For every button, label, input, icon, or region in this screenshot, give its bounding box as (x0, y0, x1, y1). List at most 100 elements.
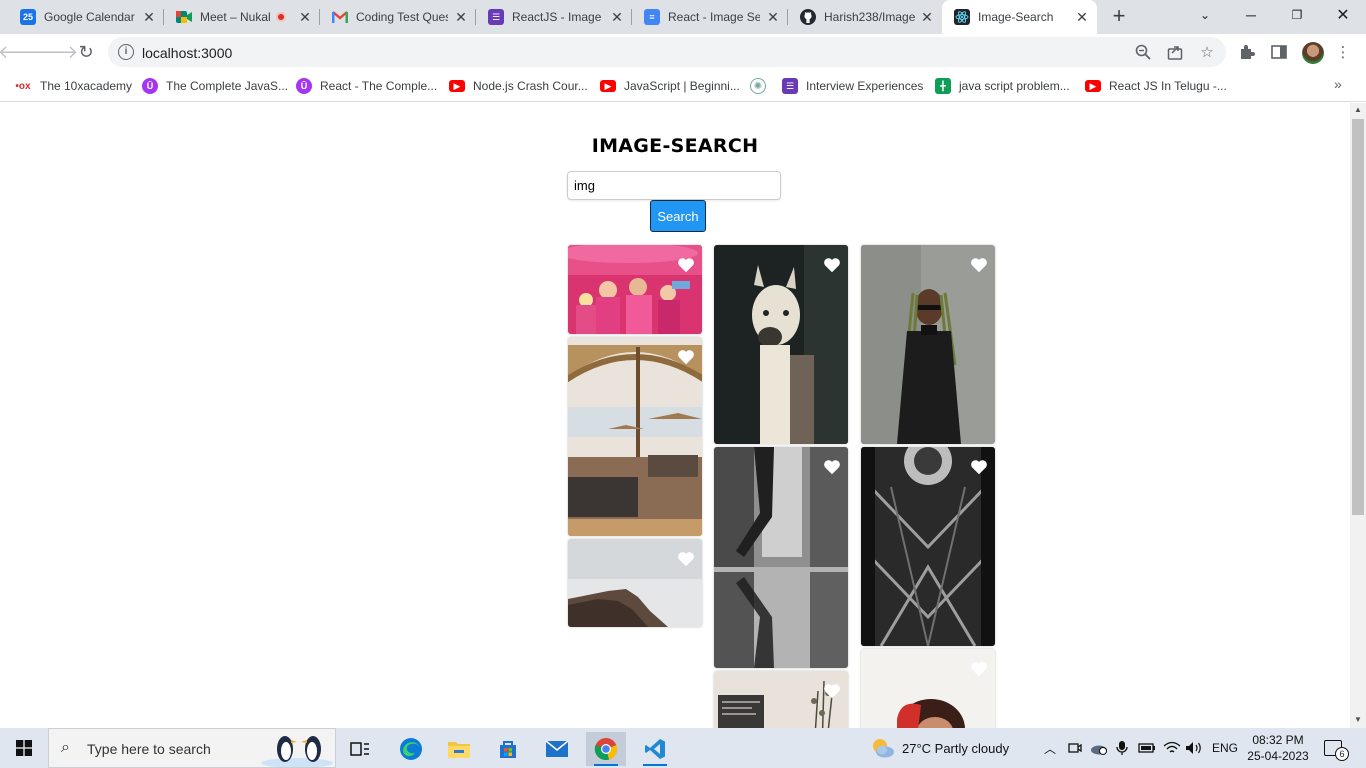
image-card-llama[interactable] (714, 245, 848, 444)
file-explorer-button[interactable] (439, 732, 479, 766)
bookmark-chatgpt[interactable]: ✺ (750, 76, 766, 96)
notification-center-icon[interactable]: 6 (1324, 740, 1349, 761)
image-card-beach-umbrellas[interactable] (568, 337, 702, 536)
tab-title: Google Calendar (44, 10, 135, 24)
windows-start-button[interactable] (0, 728, 48, 768)
heart-icon[interactable] (823, 683, 841, 699)
windows-logo-icon (16, 740, 32, 756)
volume-icon[interactable] (1185, 728, 1203, 768)
battery-icon[interactable] (1138, 728, 1156, 768)
menu-kebab-icon[interactable]: ⋮ (1334, 43, 1352, 61)
weather-widget[interactable]: 27°C Partly cloudy (870, 728, 1009, 768)
clock-time: 08:32 PM (1252, 733, 1304, 747)
bookmark-javascript-problems[interactable]: ╋ java script problem... (935, 76, 1070, 96)
tab-reactjs-forms[interactable]: ☰ ReactJS - Image S ✕ (476, 0, 632, 34)
open-app-indicator (643, 764, 667, 766)
show-hidden-icons-button[interactable]: ︿ (1044, 728, 1056, 768)
image-card-woman-braids[interactable] (861, 245, 995, 444)
bookmark-label: The Complete JavaS... (166, 79, 289, 93)
tab-google-calendar[interactable]: 25 Google Calendar ✕ (8, 0, 164, 34)
close-tab-icon[interactable]: ✕ (454, 10, 468, 24)
share-icon[interactable] (1166, 43, 1184, 61)
bookmark-react-complete[interactable]: Ū React - The Comple... (296, 76, 437, 96)
close-tab-icon[interactable]: ✕ (298, 10, 312, 24)
page-scrollbar[interactable]: ▲ ▼ (1350, 103, 1366, 728)
mail-app-button[interactable] (537, 732, 577, 766)
heart-icon[interactable] (970, 661, 988, 677)
search-icon: ⌕ (61, 739, 70, 756)
scroll-up-icon[interactable]: ▲ (1354, 105, 1362, 114)
bookmark-javascript-beginner[interactable]: ▶ JavaScript | Beginni... (600, 76, 740, 96)
image-card-portrait[interactable] (861, 649, 995, 728)
microphone-icon[interactable] (1116, 728, 1128, 768)
tab-google-meet[interactable]: Meet – Nukal ✕ (164, 0, 320, 34)
bookmark-nodejs-crash[interactable]: ▶ Node.js Crash Cour... (449, 76, 588, 96)
close-window-icon[interactable]: ✕ (1320, 0, 1366, 30)
scroll-down-icon[interactable]: ▼ (1354, 715, 1362, 724)
side-panel-icon[interactable] (1270, 43, 1288, 61)
site-info-icon[interactable]: i (118, 44, 134, 60)
address-bar[interactable]: i localhost:3000 ☆ (108, 37, 1226, 67)
image-card-street-reflection[interactable] (714, 447, 848, 668)
gmail-icon (332, 9, 348, 25)
taskbar-search-box[interactable]: ⌕ Type here to search (48, 728, 336, 768)
zoom-icon[interactable] (1134, 43, 1152, 61)
10x-icon: •ox (15, 80, 31, 92)
reload-button[interactable]: ↻ (74, 40, 98, 64)
bookmark-interview-experiences[interactable]: ☰ Interview Experiences (782, 76, 923, 96)
heart-icon[interactable] (677, 551, 695, 567)
tab-github[interactable]: Harish238/Image ✕ (788, 0, 942, 34)
bookmark-label: java script problem... (959, 79, 1070, 93)
heart-icon[interactable] (970, 459, 988, 475)
extensions-icon[interactable] (1238, 43, 1256, 61)
bookmarks-overflow-icon[interactable]: » (1334, 76, 1342, 92)
edge-app-button[interactable] (391, 732, 431, 766)
tab-gmail[interactable]: Coding Test Ques ✕ (320, 0, 476, 34)
close-tab-icon[interactable]: ✕ (142, 10, 156, 24)
heart-icon[interactable] (823, 257, 841, 273)
vscode-icon (645, 739, 665, 759)
mail-icon (545, 740, 569, 757)
close-tab-icon[interactable]: ✕ (1075, 10, 1089, 24)
chrome-app-button[interactable] (586, 732, 626, 766)
image-card-pink-boat[interactable] (568, 245, 702, 334)
heart-icon[interactable] (677, 349, 695, 365)
forward-button[interactable]: 🡒 (30, 40, 78, 64)
task-view-button[interactable] (340, 732, 380, 766)
close-tab-icon[interactable]: ✕ (920, 10, 934, 24)
image-card-laptop-plant[interactable] (714, 671, 848, 728)
heart-icon[interactable] (970, 257, 988, 273)
new-tab-button[interactable]: + (1108, 5, 1130, 28)
heart-icon[interactable] (677, 257, 695, 273)
bookmark-10xacademy[interactable]: •ox The 10xacademy (14, 76, 132, 96)
bookmark-complete-javascript[interactable]: Ū The Complete JavaS... (142, 76, 288, 96)
heart-icon[interactable] (823, 459, 841, 475)
image-card-cathedral[interactable] (861, 447, 995, 646)
tab-react-docs[interactable]: ≡ React - Image Se ✕ (632, 0, 788, 34)
tab-image-search[interactable]: Image-Search ✕ (942, 0, 1097, 34)
search-input[interactable] (567, 171, 781, 200)
close-tab-icon[interactable]: ✕ (610, 10, 624, 24)
restore-icon[interactable]: ❐ (1274, 0, 1320, 30)
onedrive-icon[interactable] (1090, 728, 1108, 768)
tab-title: Harish238/Image (824, 10, 916, 24)
close-tab-icon[interactable]: ✕ (766, 10, 780, 24)
react-icon (954, 9, 970, 25)
image-card-foggy-cliff[interactable] (568, 539, 702, 627)
url-text: localhost:3000 (142, 45, 233, 61)
minimize-icon[interactable]: ─ (1228, 0, 1274, 30)
tab-search-chevron-icon[interactable]: ⌄ (1182, 0, 1228, 30)
scrollbar-thumb[interactable] (1352, 119, 1364, 515)
microsoft-store-button[interactable] (488, 732, 528, 766)
bookmark-react-telugu[interactable]: ▶ React JS In Telugu -... (1085, 76, 1227, 96)
wifi-icon[interactable] (1163, 728, 1181, 768)
language-indicator[interactable]: ENG (1212, 728, 1238, 768)
profile-avatar[interactable] (1302, 42, 1324, 64)
bookmark-star-icon[interactable]: ☆ (1198, 43, 1216, 61)
penguins-illustration-icon (261, 736, 333, 767)
search-button[interactable]: Search (650, 200, 706, 232)
meet-tray-icon[interactable] (1068, 728, 1082, 768)
vscode-app-button[interactable] (635, 732, 675, 766)
udemy-icon: Ū (296, 78, 312, 94)
system-clock[interactable]: 08:32 PM 25-04-2023 (1238, 732, 1318, 764)
